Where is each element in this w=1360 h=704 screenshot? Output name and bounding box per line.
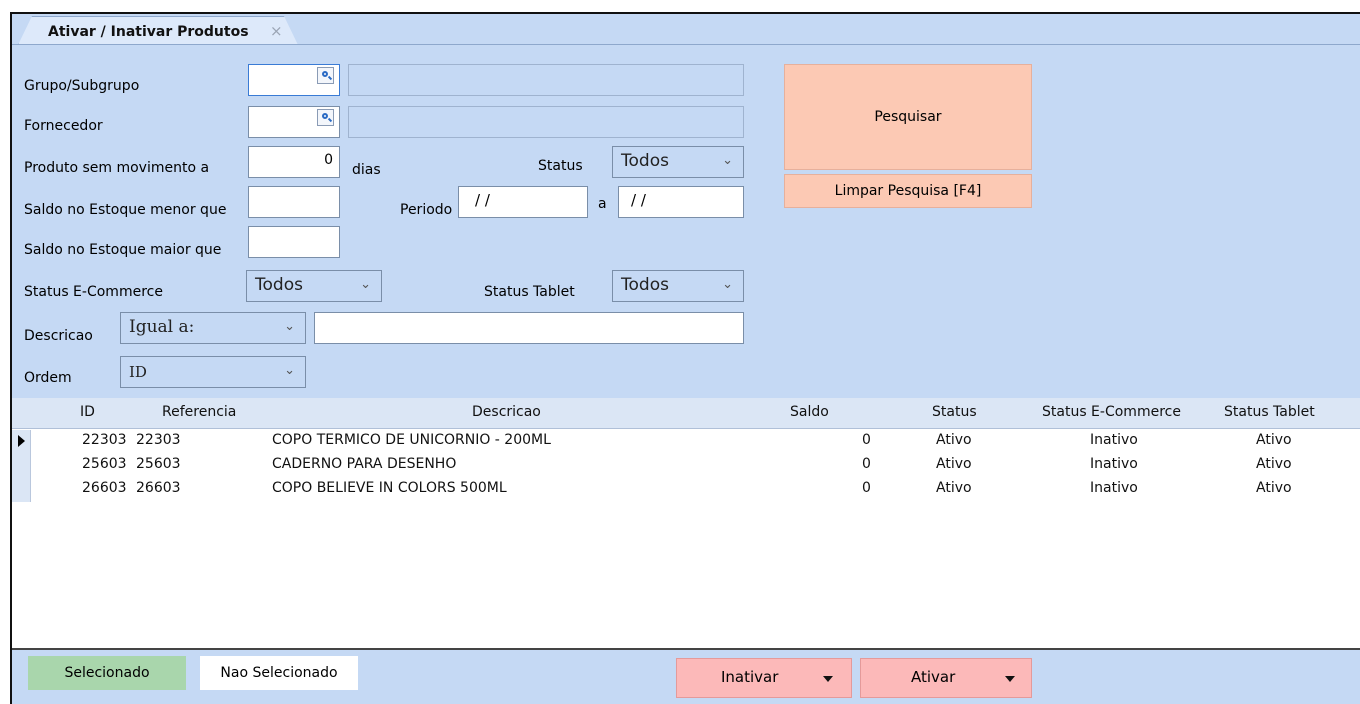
- status-label: Status: [538, 158, 583, 174]
- periodo-inicio-value: / /: [475, 191, 490, 209]
- inativar-button[interactable]: Inativar: [676, 658, 852, 698]
- status-select[interactable]: Todos ⌄: [612, 146, 744, 178]
- search-icon[interactable]: [317, 109, 334, 126]
- sem-movimento-input[interactable]: 0: [248, 146, 340, 178]
- row-indicator: [12, 454, 31, 478]
- table-row[interactable]: 22303 22303 COPO TERMICO DE UNICORNIO - …: [12, 430, 1360, 454]
- cell-id: 26603: [82, 480, 127, 496]
- fornecedor-description-field: [348, 106, 744, 138]
- pesquisar-button[interactable]: Pesquisar: [784, 64, 1032, 170]
- sem-movimento-value: 0: [324, 152, 333, 168]
- descricao-mode-select[interactable]: Igual a: ⌄: [120, 312, 306, 344]
- cell-id: 25603: [82, 456, 127, 472]
- caret-down-icon: [1005, 676, 1015, 682]
- grid-bottom-border: [12, 648, 1360, 650]
- periodo-label: Periodo: [400, 202, 453, 218]
- dias-label: dias: [352, 162, 381, 178]
- tablet-select[interactable]: Todos ⌄: [612, 270, 744, 302]
- saldo-menor-label: Saldo no Estoque menor que: [24, 202, 227, 218]
- fornecedor-code-input[interactable]: [248, 106, 340, 138]
- chevron-down-icon: ⌄: [284, 319, 295, 334]
- descricao-input[interactable]: [314, 312, 744, 344]
- sem-movimento-label: Produto sem movimento a: [24, 160, 210, 176]
- column-header-id[interactable]: ID: [80, 404, 95, 420]
- cell-status-tablet: Ativo: [1256, 456, 1292, 472]
- row-indicator: [12, 478, 31, 502]
- ativar-label: Ativar: [911, 668, 956, 686]
- cell-referencia: 26603: [136, 480, 181, 496]
- periodo-fim-value: / /: [631, 191, 646, 209]
- cell-status-ecommerce: Inativo: [1090, 480, 1138, 496]
- descricao-mode-value: Igual a:: [129, 317, 195, 337]
- column-header-status[interactable]: Status: [932, 404, 977, 420]
- chevron-down-icon: ⌄: [722, 153, 733, 168]
- table-row[interactable]: 25603 25603 CADERNO PARA DESENHO 0 Ativo…: [12, 454, 1360, 478]
- column-header-descricao[interactable]: Descricao: [472, 404, 541, 420]
- column-header-status-ecommerce[interactable]: Status E-Commerce: [1042, 404, 1181, 420]
- chevron-down-icon: ⌄: [722, 277, 733, 292]
- tab-title: Ativar / Inativar Produtos: [48, 24, 249, 40]
- cell-status: Ativo: [936, 456, 972, 472]
- current-row-arrow-icon: [18, 435, 25, 447]
- cell-descricao: COPO BELIEVE IN COLORS 500ML: [272, 480, 507, 496]
- chevron-down-icon: ⌄: [284, 363, 295, 378]
- cell-status: Ativo: [936, 432, 972, 448]
- row-indicator: [12, 430, 31, 454]
- legend-selecionado: Selecionado: [28, 656, 186, 690]
- grupo-code-input[interactable]: [248, 64, 340, 96]
- caret-down-icon: [823, 676, 833, 682]
- cell-descricao: COPO TERMICO DE UNICORNIO - 200ML: [272, 432, 551, 448]
- ordem-select[interactable]: ID ⌄: [120, 356, 306, 388]
- saldo-maior-label: Saldo no Estoque maior que: [24, 242, 222, 258]
- cell-status: Ativo: [936, 480, 972, 496]
- cell-status-tablet: Ativo: [1256, 432, 1292, 448]
- column-header-referencia[interactable]: Referencia: [162, 404, 236, 420]
- cell-referencia: 25603: [136, 456, 181, 472]
- cell-descricao: CADERNO PARA DESENHO: [272, 456, 457, 472]
- grupo-label: Grupo/Subgrupo: [24, 78, 140, 94]
- cell-status-tablet: Ativo: [1256, 480, 1292, 496]
- tablet-label: Status Tablet: [484, 284, 575, 300]
- fornecedor-label: Fornecedor: [24, 118, 103, 134]
- limpar-pesquisa-button[interactable]: Limpar Pesquisa [F4]: [784, 174, 1032, 208]
- search-icon[interactable]: [317, 67, 334, 84]
- ecommerce-select[interactable]: Todos ⌄: [246, 270, 382, 302]
- grid-header: ID Referencia Descricao Saldo Status Sta…: [12, 398, 1360, 429]
- saldo-maior-input[interactable]: [248, 226, 340, 258]
- periodo-a-label: a: [598, 196, 607, 212]
- products-grid[interactable]: ID Referencia Descricao Saldo Status Sta…: [12, 398, 1360, 648]
- saldo-menor-input[interactable]: [248, 186, 340, 218]
- ecommerce-select-value: Todos: [255, 275, 303, 295]
- tablet-select-value: Todos: [621, 275, 669, 295]
- cell-id: 22303: [82, 432, 127, 448]
- status-select-value: Todos: [621, 151, 669, 171]
- cell-status-ecommerce: Inativo: [1090, 432, 1138, 448]
- chevron-down-icon: ⌄: [360, 277, 371, 292]
- close-icon[interactable]: ×: [270, 22, 283, 40]
- legend-nao-selecionado: Nao Selecionado: [200, 656, 358, 690]
- ordem-label: Ordem: [24, 370, 72, 386]
- ecommerce-label: Status E-Commerce: [24, 284, 163, 300]
- periodo-inicio-input[interactable]: / /: [458, 186, 588, 218]
- cell-referencia: 22303: [136, 432, 181, 448]
- tab-divider: [12, 44, 1360, 45]
- column-header-saldo[interactable]: Saldo: [790, 404, 829, 420]
- column-header-status-tablet[interactable]: Status Tablet: [1224, 404, 1315, 420]
- inativar-label: Inativar: [721, 668, 779, 686]
- periodo-fim-input[interactable]: / /: [618, 186, 744, 218]
- cell-saldo: 0: [862, 480, 871, 496]
- cell-saldo: 0: [862, 456, 871, 472]
- table-row[interactable]: 26603 26603 COPO BELIEVE IN COLORS 500ML…: [12, 478, 1360, 502]
- cell-status-ecommerce: Inativo: [1090, 456, 1138, 472]
- ativar-button[interactable]: Ativar: [860, 658, 1032, 698]
- ordem-select-value: ID: [129, 363, 147, 381]
- descricao-label: Descricao: [24, 328, 93, 344]
- cell-saldo: 0: [862, 432, 871, 448]
- grupo-description-field: [348, 64, 744, 96]
